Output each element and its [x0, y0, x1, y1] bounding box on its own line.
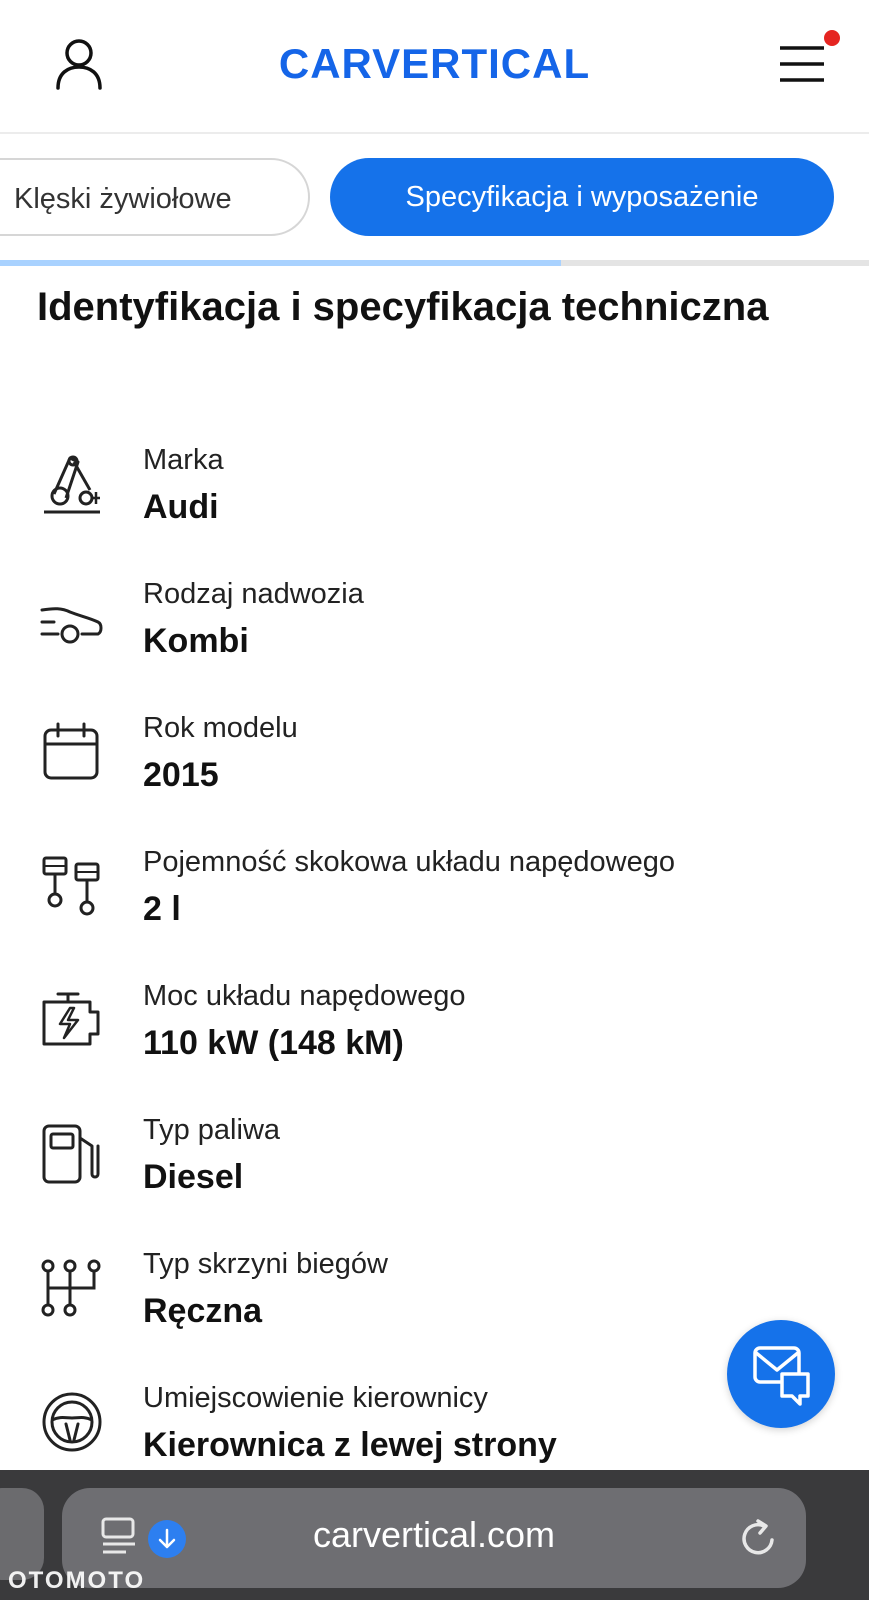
car-body-icon	[40, 607, 103, 644]
reload-icon[interactable]	[738, 1518, 778, 1558]
tab-natural-disasters[interactable]: Klęski żywiołowe	[0, 158, 310, 236]
address-bar[interactable]: carvertical.com	[62, 1488, 806, 1588]
spec-label: Typ paliwa	[143, 1114, 281, 1146]
chat-button[interactable]	[727, 1320, 835, 1428]
engine-power-icon	[42, 992, 100, 1046]
spec-value: Kombi	[143, 622, 249, 660]
carvertical-logo[interactable]: CARVERTICAL	[0, 40, 869, 88]
notification-dot	[824, 30, 840, 46]
spec-value: Kierownica z lewej strony	[143, 1426, 557, 1464]
spec-value: 2 l	[143, 890, 181, 928]
url-text[interactable]: carvertical.com	[62, 1514, 806, 1556]
brand-icon	[44, 455, 100, 514]
pistons-icon	[42, 856, 100, 916]
spec-row-model-year: Rok modelu 2015	[0, 700, 869, 834]
spec-label: Marka	[143, 444, 224, 476]
tab-scroll-progress-fill	[0, 260, 561, 266]
tab-scroll-progress	[0, 260, 869, 266]
chat-icon	[753, 1346, 810, 1406]
calendar-icon	[43, 722, 99, 780]
menu-icon	[780, 46, 824, 82]
otomoto-watermark: OTOMOTO	[8, 1567, 146, 1594]
spec-value: Audi	[143, 488, 219, 526]
spec-value: Ręczna	[143, 1292, 263, 1330]
section-tabs: Klęski żywiołowe Specyfikacja i wyposaże…	[0, 134, 869, 266]
spec-label: Rok modelu	[143, 712, 298, 744]
spec-row-brand: Marka Audi	[0, 432, 869, 566]
spec-label: Typ skrzyni biegów	[143, 1248, 388, 1280]
spec-label: Moc układu napędowego	[143, 980, 466, 1012]
steering-wheel-icon	[42, 1392, 102, 1452]
spec-label: Umiejscowienie kierownicy	[143, 1382, 488, 1414]
fuel-pump-icon	[42, 1124, 100, 1184]
spec-row-displacement: Pojemność skokowa układu napędowego 2 l	[0, 834, 869, 968]
spec-value: 2015	[143, 756, 219, 794]
spec-label: Pojemność skokowa układu napędowego	[143, 846, 676, 878]
spec-value: Diesel	[143, 1158, 244, 1196]
hamburger-menu-button[interactable]	[778, 42, 826, 86]
site-header: CARVERTICAL	[0, 0, 869, 134]
tab-specification[interactable]: Specyfikacja i wyposażenie	[330, 158, 834, 236]
spec-row-fuel-type: Typ paliwa Diesel	[0, 1102, 869, 1236]
section-title: Identyfikacja i specyfikacja techniczna	[37, 285, 769, 329]
spec-value: 110 kW (148 kM)	[143, 1024, 404, 1062]
spec-row-power: Moc układu napędowego 110 kW (148 kM)	[0, 968, 869, 1102]
spec-label: Rodzaj nadwozia	[143, 578, 364, 610]
spec-row-body-type: Rodzaj nadwozia Kombi	[0, 566, 869, 700]
gearbox-icon	[41, 1259, 101, 1317]
